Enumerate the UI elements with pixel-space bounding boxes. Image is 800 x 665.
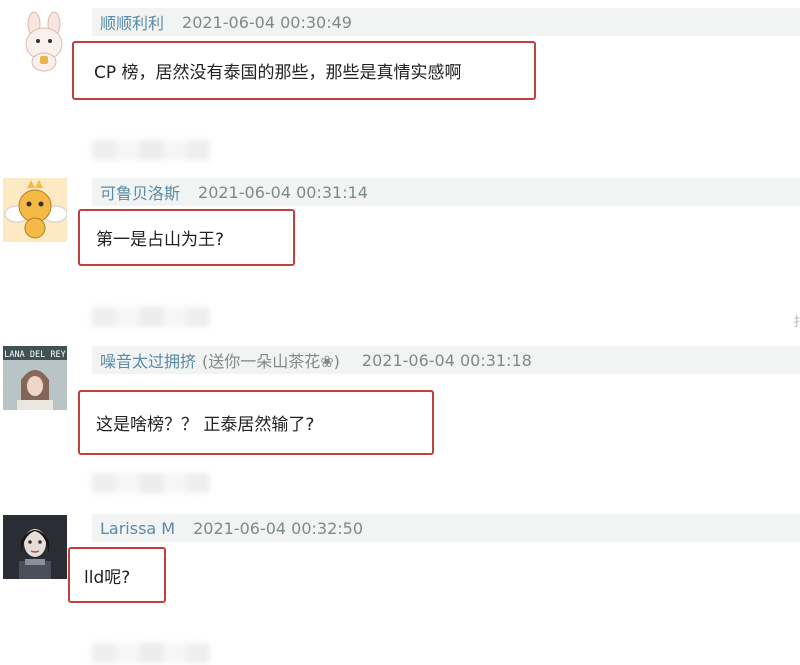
username[interactable]: 顺顺利利 (100, 10, 164, 34)
comment-text: 这是啥榜？？ 正泰居然输了? (96, 415, 315, 435)
avatar-title-text: LANA DEL REY (4, 350, 65, 360)
comment-body: 第一是占山为王? (78, 209, 295, 266)
comment-header: 噪音太过拥挤 (送你一朵山茶花❀) 2021-06-04 00:31:18 (92, 346, 800, 374)
comment-body: 这是啥榜？？ 正泰居然输了? (78, 390, 434, 455)
portrait-avatar (3, 515, 67, 579)
username-name: 噪音太过拥挤 (100, 352, 197, 371)
username[interactable]: 噪音太过拥挤 (100, 348, 196, 372)
lana-del-rey-avatar: LANA DEL REY (3, 346, 67, 410)
timestamp: 2021-06-04 00:32:50 (193, 518, 364, 538)
comment-item: 顺顺利利 2021-06-04 00:30:49 CP 榜，居然没有泰国的那些，… (0, 0, 800, 170)
comment-item: Larissa M 2021-06-04 00:32:50 lld呢? (0, 505, 800, 665)
edge-mark: 扌 (793, 315, 800, 330)
username[interactable]: Larissa M (100, 519, 175, 538)
avatar[interactable] (3, 178, 67, 242)
timestamp: 2021-06-04 00:30:49 (182, 12, 352, 32)
username[interactable]: 可鲁贝洛斯 (100, 180, 180, 204)
comment-thread: 顺顺利利 2021-06-04 00:30:49 CP 榜，居然没有泰国的那些，… (0, 0, 800, 665)
comment-actions[interactable] (92, 473, 210, 493)
comment-item: LANA DEL REY 噪音太过拥挤 (送你一朵山茶花❀) 2021-06-0… (0, 340, 800, 505)
comment-body: lld呢? (68, 547, 166, 603)
comment-header: 顺顺利利 2021-06-04 00:30:49 (92, 8, 800, 36)
comment-text: CP 榜，居然没有泰国的那些，那些是真情实感啊 (94, 63, 462, 83)
comment-actions[interactable] (92, 307, 210, 327)
username-suffix: (送你一朵山茶花❀) (202, 352, 340, 371)
comment-body: CP 榜，居然没有泰国的那些，那些是真情实感啊 (72, 41, 536, 100)
comment-actions[interactable] (92, 140, 210, 160)
timestamp: 2021-06-04 00:31:18 (361, 350, 532, 370)
avatar[interactable] (3, 515, 67, 579)
avatar[interactable]: LANA DEL REY (3, 346, 67, 410)
comment-text: lld呢? (84, 567, 131, 588)
comment-header: Larissa M 2021-06-04 00:32:50 (92, 514, 800, 542)
comment-actions[interactable] (92, 643, 210, 663)
timestamp: 2021-06-04 00:31:14 (198, 182, 368, 202)
comment-item: 可鲁贝洛斯 2021-06-04 00:31:14 第一是占山为王? 扌 (0, 170, 800, 340)
kero-avatar-icon (3, 178, 67, 242)
comment-text: 第一是占山为王? (96, 230, 225, 250)
avatar[interactable] (12, 10, 76, 74)
bunny-avatar-icon (12, 10, 76, 74)
comment-header: 可鲁贝洛斯 2021-06-04 00:31:14 (92, 178, 800, 206)
